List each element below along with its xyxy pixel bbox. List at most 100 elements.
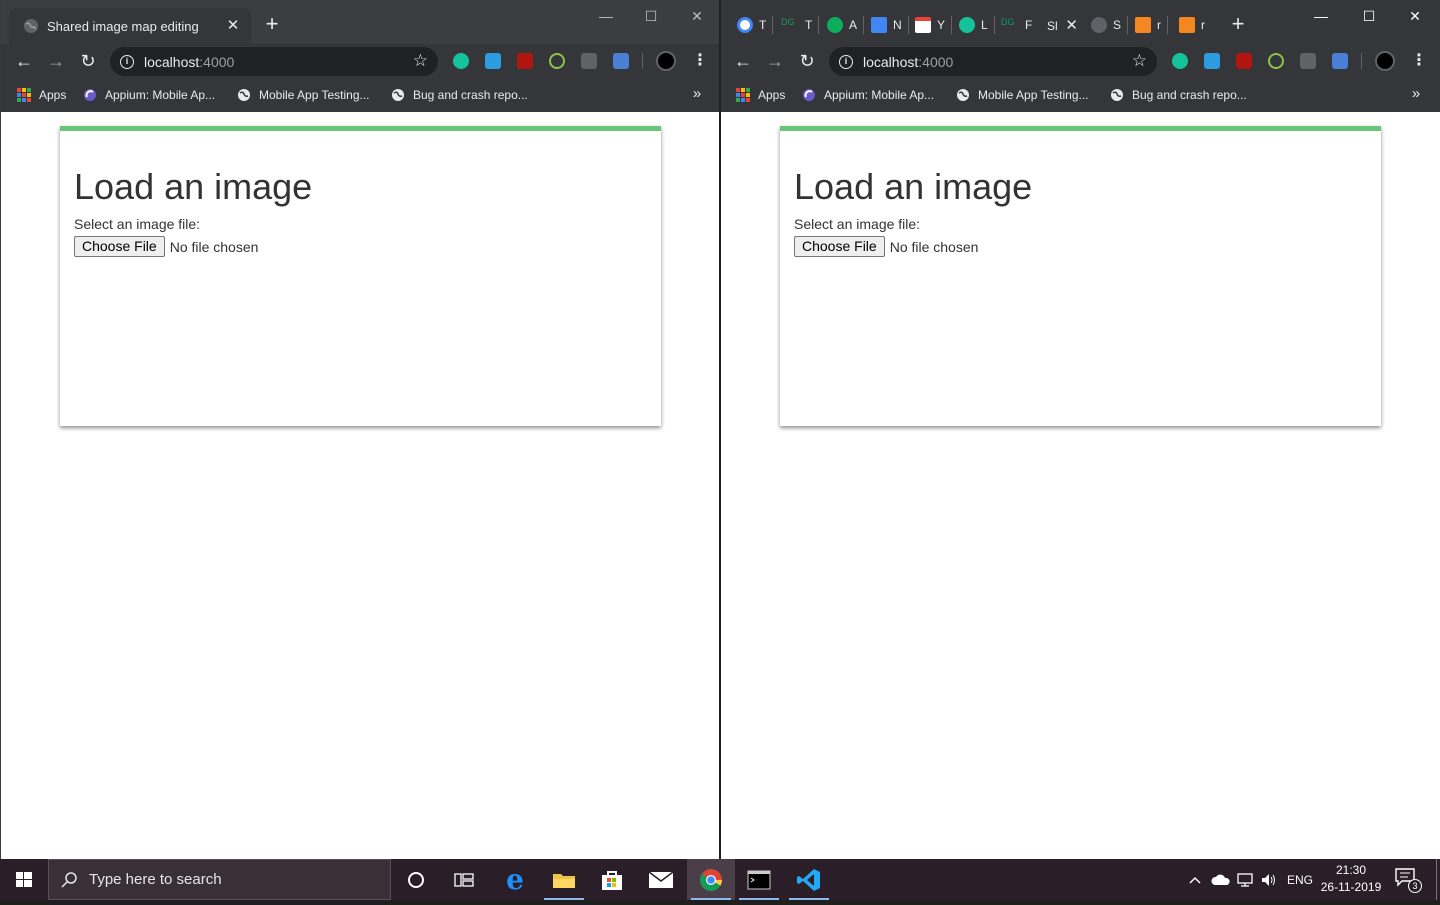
choose-file-button[interactable]: Choose File: [794, 236, 885, 257]
tray-overflow-chevron-icon[interactable]: [1188, 859, 1202, 900]
tab-1[interactable]: DG T: [781, 14, 820, 36]
page-title: Load an image: [74, 166, 313, 207]
bookmark-label: Apps: [39, 88, 67, 102]
tab-3[interactable]: N: [871, 14, 909, 36]
info-icon[interactable]: i: [839, 54, 853, 69]
taskbar-terminal[interactable]: [735, 859, 783, 900]
dots-extension-icon[interactable]: [581, 53, 597, 69]
tab-7[interactable]: S: [1091, 14, 1129, 36]
tab-9[interactable]: r: [1179, 14, 1205, 36]
address-bar[interactable]: i localhost:4000 ☆: [829, 47, 1157, 76]
profile-avatar[interactable]: [1375, 51, 1395, 71]
taskbar-search-box[interactable]: Type here to search: [48, 859, 391, 900]
bookmark-star-icon[interactable]: ☆: [1132, 51, 1147, 71]
start-button[interactable]: [0, 859, 48, 900]
tab-0[interactable]: T: [737, 14, 774, 36]
new-tab-button[interactable]: +: [1228, 13, 1248, 35]
show-desktop-button[interactable]: [1436, 859, 1440, 900]
bookmark-bug-and-crash[interactable]: Bug and crash repo...: [391, 85, 528, 105]
chrome-menu-icon[interactable]: ⋮: [1411, 50, 1427, 72]
back-arrow-icon[interactable]: ←: [13, 50, 35, 72]
minimize-button[interactable]: —: [1298, 4, 1344, 28]
grammarly-extension-icon[interactable]: [1172, 53, 1188, 69]
forward-arrow-icon[interactable]: →: [45, 50, 67, 72]
acrobat-extension-icon[interactable]: [517, 53, 533, 69]
close-window-button[interactable]: ✕: [674, 4, 719, 28]
check-extension-icon[interactable]: [549, 53, 565, 69]
orange-icon: [1135, 17, 1151, 33]
dots-extension-icon[interactable]: [1300, 53, 1316, 69]
file-input-label: Select an image file:: [794, 216, 921, 232]
reload-icon[interactable]: ↻: [77, 50, 99, 72]
action-center-button[interactable]: 3: [1394, 867, 1422, 893]
new-tab-button[interactable]: +: [262, 13, 282, 35]
taskbar-chrome[interactable]: [687, 859, 735, 900]
terminal-icon: [747, 870, 771, 889]
tab-close-icon[interactable]: ✕: [225, 18, 241, 34]
system-clock[interactable]: 21:30 26-11-2019: [1316, 862, 1386, 896]
page-content: Load an image Select an image file: Choo…: [1, 112, 719, 859]
info-icon[interactable]: i: [120, 54, 134, 69]
cortana-button[interactable]: [392, 859, 440, 900]
file-input[interactable]: Choose File No file chosen: [794, 236, 978, 257]
tab-2[interactable]: A: [827, 14, 865, 36]
bookmark-apps[interactable]: Apps: [736, 85, 785, 105]
bookmark-mobile-app-testing[interactable]: Mobile App Testing...: [956, 85, 1089, 105]
globe-icon: [238, 89, 250, 101]
choose-file-button[interactable]: Choose File: [74, 236, 165, 257]
tab-4[interactable]: Y: [915, 14, 953, 36]
bookmark-bug-and-crash[interactable]: Bug and crash repo...: [1110, 85, 1247, 105]
reload-icon[interactable]: ↻: [796, 50, 818, 72]
taskbar-store[interactable]: [588, 859, 636, 900]
file-input-label: Select an image file:: [74, 216, 201, 232]
bookmarks-overflow-icon[interactable]: »: [1409, 84, 1423, 104]
onedrive-cloud-icon[interactable]: [1211, 859, 1231, 900]
tab-8[interactable]: r: [1135, 14, 1168, 36]
minimize-button[interactable]: —: [583, 4, 629, 28]
grammarly-extension-icon[interactable]: [453, 53, 469, 69]
tab-close-icon[interactable]: ✕: [1064, 18, 1080, 34]
network-icon[interactable]: [1236, 859, 1254, 900]
browser-toolbar: ← → ↻ i localhost:4000 ☆ ⋮: [1, 44, 719, 78]
tab-active[interactable]: Sl ✕: [1039, 8, 1085, 44]
input-language[interactable]: ENG: [1287, 859, 1313, 900]
bookmark-label: Bug and crash repo...: [413, 88, 528, 102]
bookmarks-overflow-icon[interactable]: »: [690, 84, 704, 104]
tab-shared-image-map[interactable]: Shared image map editing ✕: [9, 8, 251, 44]
translate-extension-icon[interactable]: [1332, 53, 1348, 69]
close-window-button[interactable]: ✕: [1392, 4, 1438, 28]
screenshot-extension-icon[interactable]: [485, 53, 501, 69]
globe-icon: [957, 89, 969, 101]
bookmark-apps[interactable]: Apps: [17, 85, 66, 105]
taskbar-file-explorer[interactable]: [540, 859, 588, 900]
screenshot-extension-icon[interactable]: [1204, 53, 1220, 69]
volume-icon[interactable]: [1260, 859, 1278, 900]
maximize-button[interactable]: ☐: [1346, 4, 1392, 28]
forward-arrow-icon[interactable]: →: [764, 50, 786, 72]
bookmark-appium[interactable]: Appium: Mobile Ap...: [802, 85, 934, 105]
bookmark-star-icon[interactable]: ☆: [413, 51, 428, 71]
maximize-button[interactable]: ☐: [628, 4, 674, 28]
taskbar-edge[interactable]: e: [491, 859, 539, 900]
translate-extension-icon[interactable]: [613, 53, 629, 69]
back-arrow-icon[interactable]: ←: [732, 50, 754, 72]
file-input[interactable]: Choose File No file chosen: [74, 236, 258, 257]
acrobat-extension-icon[interactable]: [1236, 53, 1252, 69]
tab-title: Y: [937, 18, 946, 32]
taskbar-mail[interactable]: [637, 859, 685, 900]
address-bar[interactable]: i localhost:4000 ☆: [110, 47, 438, 76]
browser-window-left: Shared image map editing ✕ + — ☐ ✕ ← → ↻…: [0, 0, 719, 859]
check-extension-icon[interactable]: [1268, 53, 1284, 69]
bookmark-mobile-app-testing[interactable]: Mobile App Testing...: [237, 85, 370, 105]
bookmark-label: Mobile App Testing...: [259, 88, 370, 102]
apps-grid-icon: [17, 88, 31, 102]
chrome-menu-icon[interactable]: ⋮: [692, 50, 708, 72]
bookmark-label: Appium: Mobile Ap...: [824, 88, 935, 102]
bookmark-appium[interactable]: Appium: Mobile Ap...: [83, 85, 215, 105]
taskbar-vscode[interactable]: [785, 859, 833, 900]
tab-6[interactable]: DG F: [1001, 14, 1032, 36]
task-view-button[interactable]: [440, 859, 488, 900]
tab-5[interactable]: L: [959, 14, 995, 36]
tab-title: T: [805, 18, 813, 32]
profile-avatar[interactable]: [656, 51, 676, 71]
